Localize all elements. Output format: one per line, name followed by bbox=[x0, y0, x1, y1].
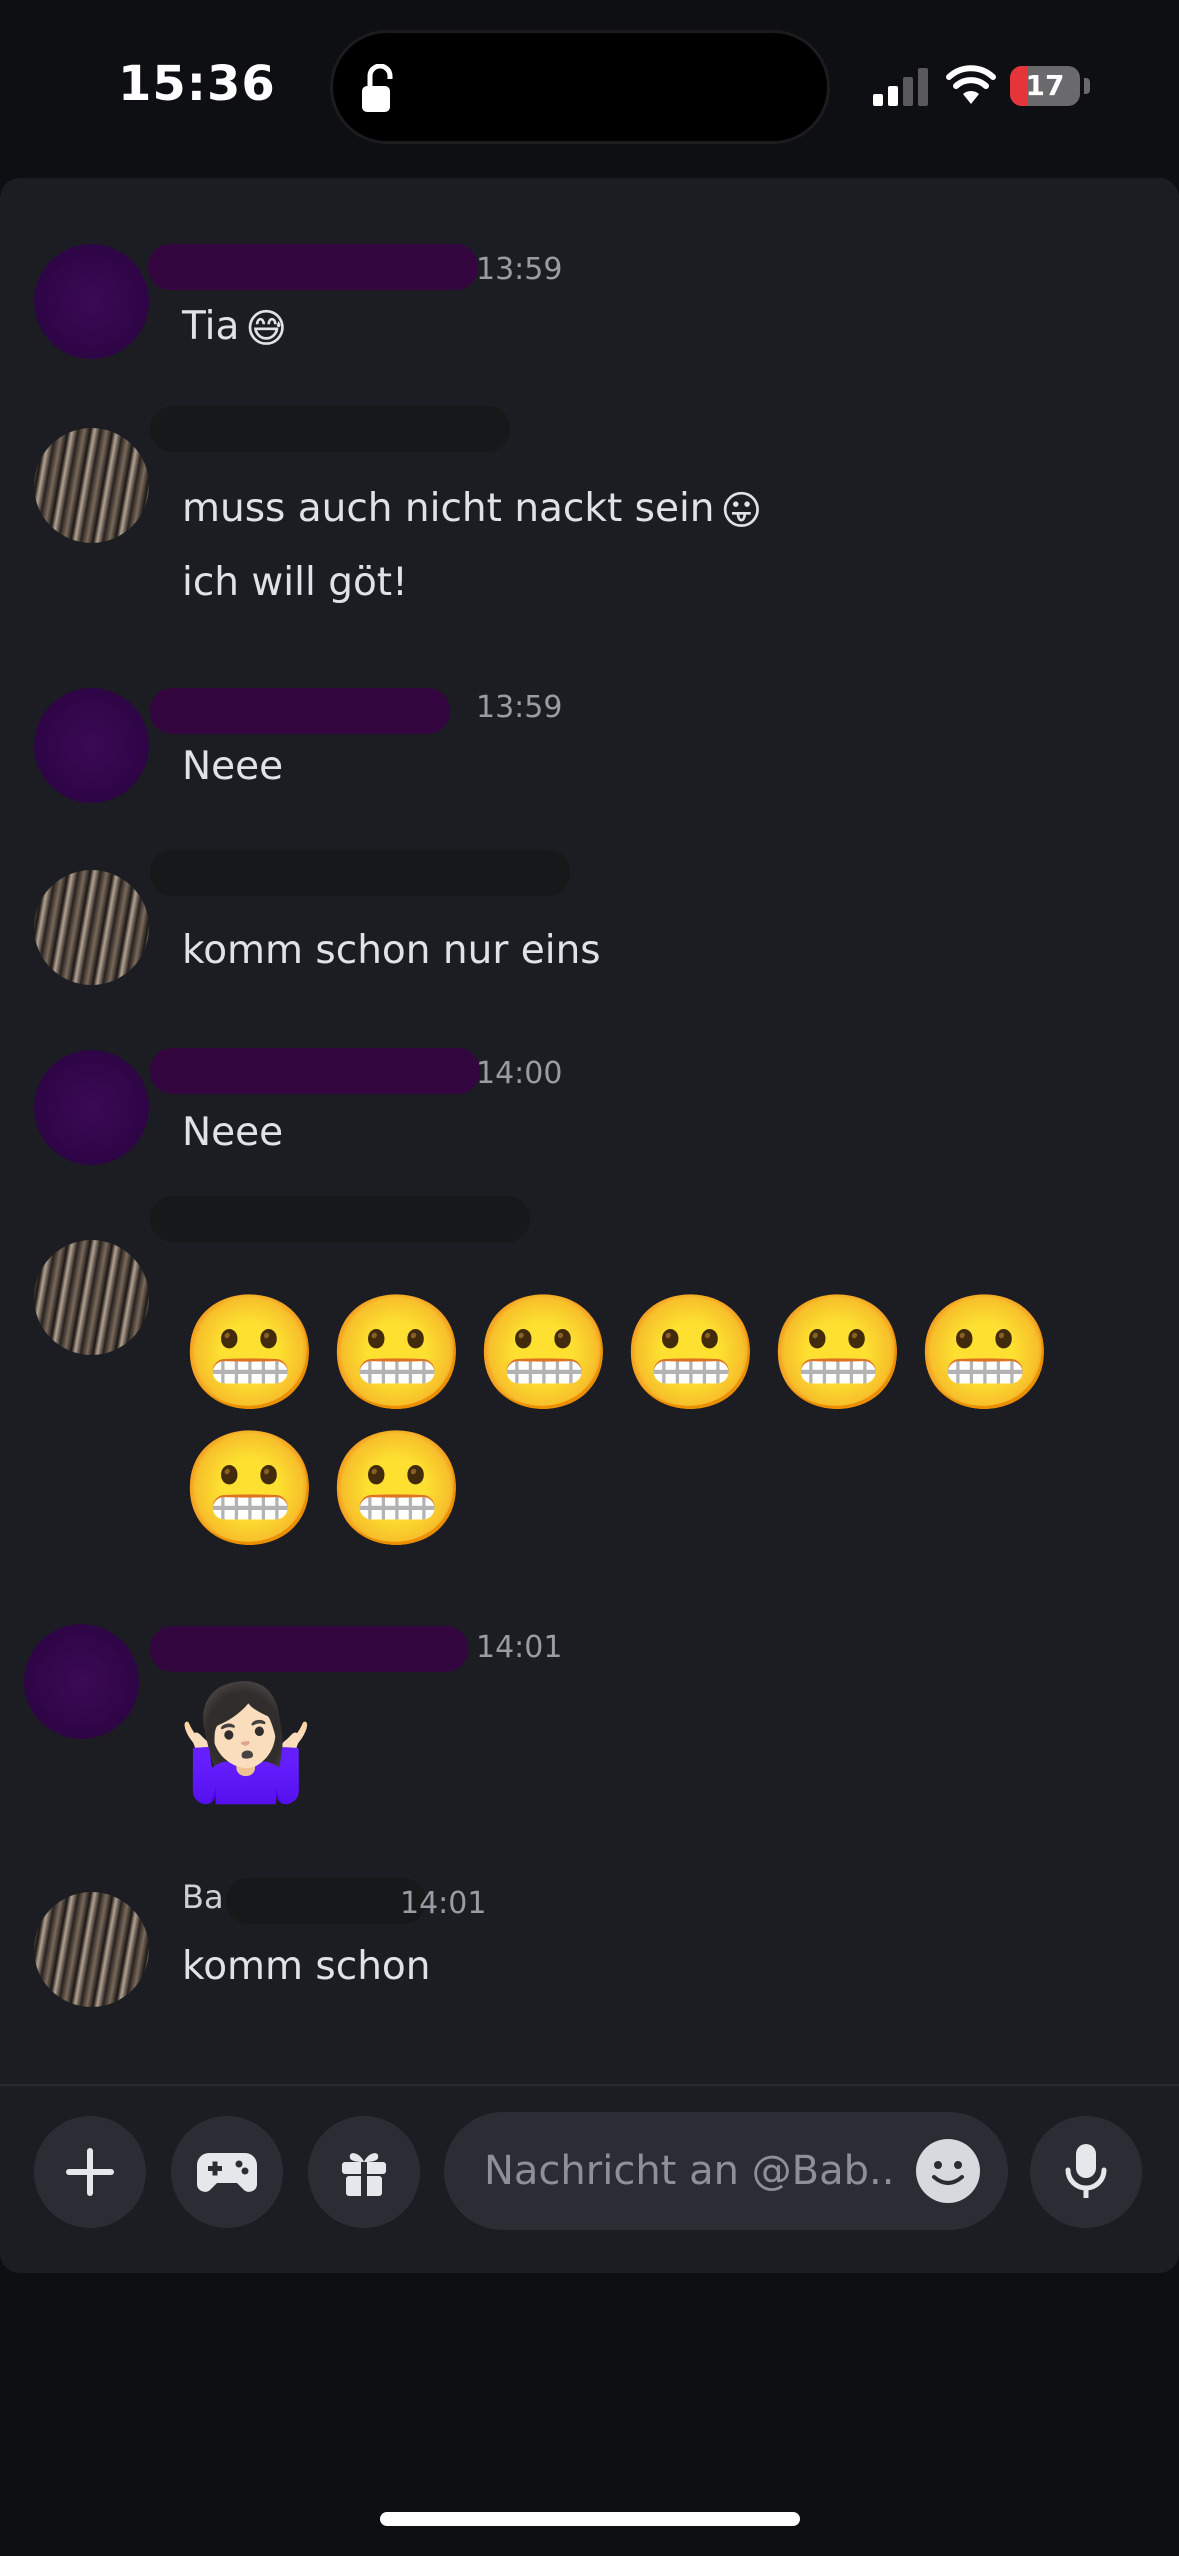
redacted-username bbox=[150, 688, 450, 734]
avatar[interactable] bbox=[34, 870, 149, 985]
plus-icon bbox=[66, 2148, 114, 2196]
avatar[interactable] bbox=[34, 1892, 149, 2007]
message-text[interactable]: komm schon bbox=[182, 1944, 431, 1989]
emoji[interactable]: 😬 bbox=[180, 1288, 319, 1418]
smiley-icon[interactable] bbox=[916, 2139, 980, 2203]
redacted-username bbox=[150, 850, 570, 896]
message-text[interactable]: muss auch nicht nackt sein 😛 bbox=[182, 486, 762, 534]
emoji[interactable]: 🤷🏻‍♀️ bbox=[176, 1678, 315, 1808]
avatar[interactable] bbox=[34, 428, 149, 543]
voice-message-button[interactable] bbox=[1030, 2116, 1142, 2228]
message-text[interactable]: Tia 😅 bbox=[182, 304, 287, 352]
redacted-username bbox=[226, 1878, 426, 1924]
avatar[interactable] bbox=[34, 244, 149, 359]
message-timestamp: 14:01 bbox=[400, 1886, 487, 1921]
message-timestamp: 13:59 bbox=[476, 252, 563, 287]
unlock-icon bbox=[362, 64, 393, 112]
activities-button[interactable] bbox=[171, 2116, 283, 2228]
emoji[interactable]: 😬 bbox=[621, 1288, 760, 1418]
emoji[interactable]: 😬 bbox=[474, 1288, 613, 1418]
redacted-username bbox=[150, 1626, 468, 1672]
avatar[interactable] bbox=[34, 688, 149, 803]
gamepad-icon bbox=[197, 2153, 257, 2192]
message-text[interactable]: Neee bbox=[182, 744, 283, 789]
home-indicator[interactable] bbox=[380, 2512, 800, 2526]
cellular-signal-icon bbox=[873, 68, 928, 106]
composer-divider bbox=[0, 2084, 1179, 2086]
emoji[interactable]: 😬 bbox=[768, 1288, 907, 1418]
message-text[interactable]: komm schon nur eins bbox=[182, 928, 601, 973]
battery-icon: 17 bbox=[1010, 66, 1080, 106]
gift-icon bbox=[342, 2153, 386, 2196]
battery-level: 17 bbox=[1025, 69, 1065, 102]
message-timestamp: 14:00 bbox=[476, 1056, 563, 1091]
emoji[interactable]: 😬 bbox=[915, 1288, 1054, 1418]
message-line: Tia bbox=[182, 304, 240, 349]
message-line: muss auch nicht nackt sein bbox=[182, 486, 715, 531]
smiley-face-icon bbox=[932, 2161, 964, 2185]
message-input[interactable]: Nachricht an @Bab... bbox=[444, 2112, 1008, 2230]
battery-cap bbox=[1084, 78, 1090, 94]
microphone-icon bbox=[1065, 2144, 1107, 2198]
message-timestamp: 14:01 bbox=[476, 1630, 563, 1665]
emoji: 😛 bbox=[720, 487, 763, 534]
redacted-username bbox=[150, 1048, 480, 1094]
message-input-placeholder[interactable]: Nachricht an @Bab... bbox=[484, 2148, 894, 2194]
redacted-username bbox=[150, 1196, 530, 1242]
emoji: 😅 bbox=[245, 305, 288, 352]
message-timestamp: 13:59 bbox=[476, 690, 563, 725]
avatar[interactable] bbox=[34, 1050, 149, 1165]
status-time: 15:36 bbox=[118, 56, 276, 112]
message-text[interactable]: ich will göt! bbox=[182, 560, 408, 605]
message-text[interactable]: Neee bbox=[182, 1110, 283, 1155]
redacted-username bbox=[150, 406, 510, 452]
avatar[interactable] bbox=[34, 1240, 149, 1355]
emoji[interactable]: 😬 bbox=[180, 1424, 319, 1554]
redacted-username bbox=[148, 244, 478, 290]
status-bar: 15:36 17 bbox=[0, 0, 1179, 170]
gift-button[interactable] bbox=[308, 2116, 420, 2228]
add-attachment-button[interactable] bbox=[34, 2116, 146, 2228]
dynamic-island bbox=[330, 30, 830, 144]
chat-panel[interactable]: 13:59 Tia 😅 muss auch nicht nackt sein 😛 i… bbox=[0, 178, 1179, 2273]
emoji[interactable]: 😬 bbox=[327, 1424, 466, 1554]
avatar[interactable] bbox=[24, 1624, 139, 1739]
username-fragment: Ba bbox=[182, 1878, 224, 1916]
emoji[interactable]: 😬 bbox=[327, 1288, 466, 1418]
wifi-icon bbox=[946, 65, 996, 104]
